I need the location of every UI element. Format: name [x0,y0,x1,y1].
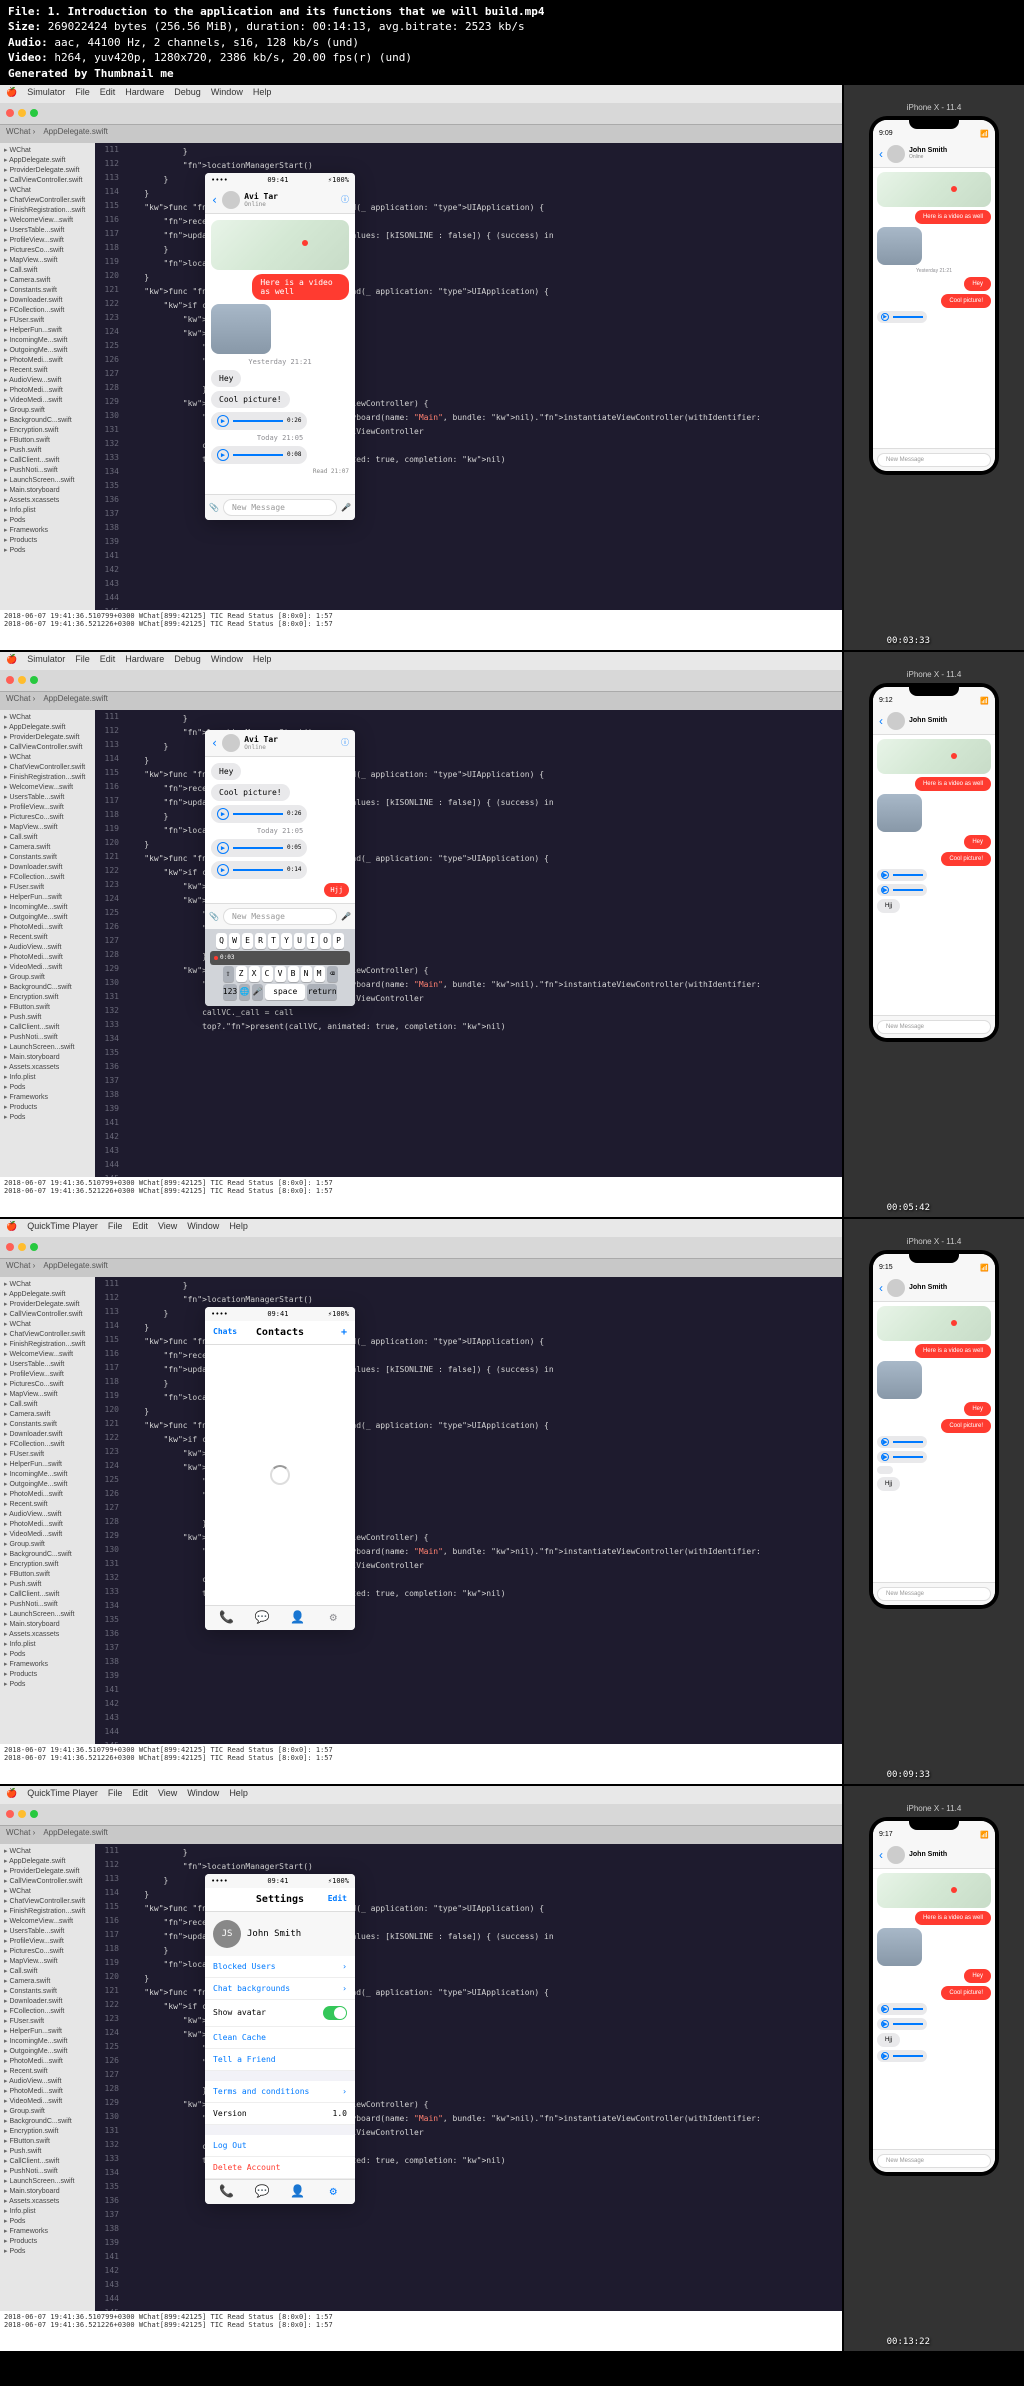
show-avatar-row[interactable]: Show avatar [205,2000,355,2027]
back-icon[interactable]: ‹ [879,147,883,161]
contacts-header: Chats Contacts + [205,1321,355,1345]
code-editor[interactable]: 1111121131141151161171181191201211221231… [95,143,842,610]
close-icon[interactable] [6,109,14,117]
audio-recording-bar[interactable]: 0:03 [210,951,350,965]
back-icon[interactable]: ‹ [211,193,218,207]
play-icon[interactable]: ▶ [217,415,229,427]
mic-icon[interactable]: 🎤 [341,503,351,512]
iphone-device: iPhone X - 11.4 9:09📶 ‹John SmithOnline … [844,85,1024,650]
tell-friend-row[interactable]: Tell a Friend [205,2049,355,2071]
file-info-header: File: 1. Introduction to the application… [0,0,1024,85]
thumb-row-2: 🍎SimulatorFileEditHardwareDebugWindowHel… [0,652,1024,1217]
xcode-toolbar[interactable] [0,103,842,125]
clean-cache-row[interactable]: Clean Cache [205,2027,355,2049]
contacts-tab[interactable]: 👤 [290,1610,306,1626]
blocked-users-row[interactable]: Blocked Users› [205,1956,355,1978]
message-input-bar[interactable]: 📎 New Message 🎤 [205,494,355,520]
minimize-icon[interactable] [18,109,26,117]
xcode-window: 🍎SimulatorFileEditHardwareDebugWindowHel… [0,652,842,1217]
edit-button[interactable]: Edit [328,1894,347,1903]
thumb-row-4: 🍎QuickTime PlayerFileEditViewWindowHelp … [0,1786,1024,2351]
thumb-row-3: 🍎QuickTime PlayerFileEditViewWindowHelp … [0,1219,1024,1784]
menubar[interactable]: 🍎SimulatorFileEditHardwareDebugWindowHel… [0,85,842,103]
message-bubble: Here is a video as well [252,274,349,300]
zoom-icon[interactable] [30,109,38,117]
audio-message[interactable]: ▶0:26 [211,412,307,430]
avatar [222,191,240,209]
console-output[interactable]: 2018-06-07 19:41:36.510799+0300 WChat[89… [0,610,842,650]
thumb-row-1: 🍎SimulatorFileEditHardwareDebugWindowHel… [0,85,1024,650]
info-icon[interactable]: ⓘ [341,194,349,205]
chat-nav[interactable]: ‹ Avi TarOnline ⓘ [205,187,355,214]
audio-message[interactable]: ▶0:08 [211,446,307,464]
project-navigator[interactable]: WChatAppDelegate.swiftProviderDelegate.s… [0,143,95,610]
terms-row[interactable]: Terms and conditions› [205,2081,355,2103]
loading-spinner [270,1465,290,1485]
user-avatar: JS [213,1920,241,1948]
image-message[interactable] [211,304,271,354]
menubar[interactable]: 🍎SimulatorFileEditHardwareDebugWindowHel… [0,652,842,670]
thumbnail-grid: 🍎SimulatorFileEditHardwareDebugWindowHel… [0,85,1024,2351]
toggle-switch[interactable] [323,2006,347,2020]
simulator-settings[interactable]: ••••09:41⚡100% SettingsEdit JS John Smit… [205,1874,355,2204]
play-icon[interactable]: ▶ [217,449,229,461]
settings-tab[interactable]: ⚙ [325,1610,341,1626]
simulator-overlay[interactable]: ••••09:41⚡100% ‹ Avi TarOnline ⓘ Here is… [205,173,355,520]
chat-bg-row[interactable]: Chat backgrounds› [205,1978,355,2000]
message-bubble: Hey [211,370,241,387]
logout-row[interactable]: Log Out [205,2135,355,2157]
message-input[interactable]: New Message [223,499,337,516]
xcode-tabs[interactable]: WChat ›AppDelegate.swift [0,125,842,143]
add-icon[interactable]: + [341,1327,347,1338]
version-row: Version1.0 [205,2103,355,2125]
map-message[interactable] [211,220,349,270]
attach-icon[interactable]: 📎 [209,503,219,512]
chats-tab[interactable]: 💬 [254,1610,270,1626]
ios-keyboard[interactable]: QWERTYUIOP 0:03 ⇧ZXCVBNM⌫ 123🌐🎤spaceretu… [205,929,355,1006]
simulator-overlay[interactable]: ‹Avi TarOnlineⓘ Hey Cool picture! ▶0:26 … [205,730,355,1006]
xcode-window: 🍎SimulatorFileEditHardwareDebugWindowHel… [0,85,842,650]
delete-account-row[interactable]: Delete Account [205,2157,355,2179]
simulator-contacts[interactable]: ••••09:41⚡100% Chats Contacts + 📞 💬 👤 ⚙ [205,1307,355,1630]
tab-bar[interactable]: 📞 💬 👤 ⚙ [205,1605,355,1630]
message-bubble: Cool picture! [211,391,290,408]
calls-tab[interactable]: 📞 [219,1610,235,1626]
